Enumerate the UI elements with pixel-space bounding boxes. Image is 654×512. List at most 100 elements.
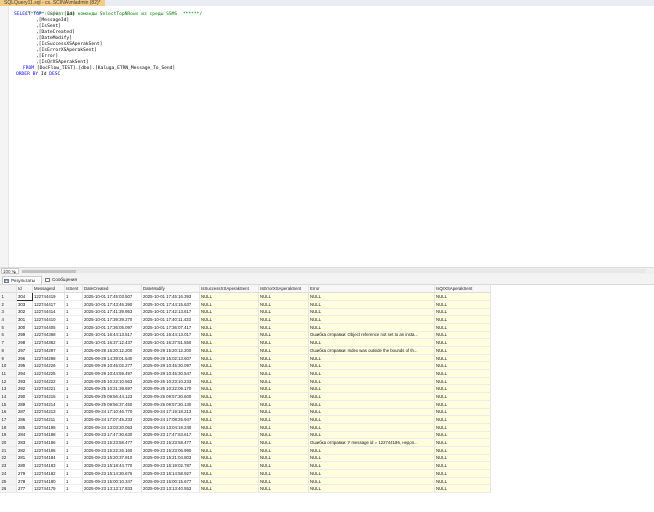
table-row[interactable]: 19 284 122744188 1 2025-09-23 17:47:30.630 20… (0, 431, 491, 440)
cell-is-sent[interactable]: 1 (64, 431, 83, 440)
column-header[interactable]: IsQrXSAperakSent (434, 285, 491, 294)
cell-date-modify[interactable]: 2025-09-23 15:21:04.803 (141, 454, 200, 463)
cell-is-success[interactable]: NULL (199, 338, 259, 347)
cell-is-qr[interactable]: NULL (434, 338, 491, 347)
cell-error[interactable]: NULL (308, 469, 435, 478)
table-row[interactable]: 12 293 122744222 1 2025-09-25 10:22:10.563 20… (0, 377, 491, 386)
cell-date-modify[interactable]: 2025-09-29 15:02:13.607 (141, 354, 200, 363)
row-number[interactable]: 10 (0, 361, 17, 371)
cell-is-success[interactable]: NULL (199, 323, 259, 332)
row-number[interactable]: 1 (0, 292, 17, 301)
cell-message-id[interactable]: 122744298 (32, 354, 65, 363)
cell-message-id[interactable]: 122744198 (32, 423, 65, 432)
cell-message-id[interactable]: 122744362 (32, 338, 65, 347)
horizontal-scrollbar[interactable] (21, 269, 646, 273)
row-number[interactable]: 20 (0, 438, 17, 447)
cell-date-created[interactable]: 2025-09-23 15:00:10.347 (82, 477, 142, 486)
cell-is-error[interactable]: NULL (258, 300, 309, 309)
cell-is-error[interactable]: NULL (258, 392, 309, 401)
cell-is-qr[interactable]: NULL (434, 369, 491, 378)
column-header[interactable]: Id (16, 285, 33, 294)
cell-message-id[interactable]: 122744297 (32, 346, 65, 355)
cell-id[interactable]: 282 (16, 446, 33, 455)
cell-id[interactable]: 280 (16, 461, 33, 470)
grid-corner[interactable] (0, 285, 17, 294)
cell-is-qr[interactable]: NULL (434, 361, 491, 371)
cell-id[interactable]: 298 (16, 338, 33, 347)
cell-id[interactable]: 286 (16, 415, 33, 424)
cell-date-modify[interactable]: 2025-09-23 17:47:53.617 (141, 431, 200, 440)
cell-message-id[interactable]: 122744368 (32, 331, 65, 340)
row-number[interactable]: 2 (0, 300, 17, 309)
cell-is-qr[interactable]: NULL (434, 484, 491, 494)
cell-id[interactable]: 287 (16, 408, 33, 417)
cell-date-modify[interactable]: 2025-09-23 15:00:15.677 (141, 477, 200, 486)
cell-date-created[interactable]: 2025-09-29 10:45:02.277 (82, 361, 142, 371)
cell-date-created[interactable]: 2025-09-29 15:20:12.200 (82, 346, 142, 355)
cell-error[interactable]: NULL (308, 446, 435, 455)
table-row[interactable]: 21 282 122744185 1 2025-09-23 15:22:26.160 20… (0, 446, 491, 455)
cell-error[interactable]: NULL (308, 408, 435, 417)
cell-message-id[interactable]: 122744410 (32, 315, 65, 324)
cell-message-id[interactable]: 122744183 (32, 461, 65, 470)
cell-date-created[interactable]: 2025-09-23 15:14:30.676 (82, 469, 142, 478)
column-header[interactable]: DateCreated (82, 285, 142, 294)
cell-error[interactable]: NULL (308, 423, 435, 432)
cell-is-success[interactable]: NULL (199, 415, 259, 424)
row-number[interactable]: 6 (0, 331, 17, 340)
cell-is-success[interactable]: NULL (199, 438, 259, 447)
cell-is-sent[interactable]: 1 (64, 338, 83, 347)
cell-id[interactable]: 289 (16, 400, 33, 409)
cell-is-sent[interactable]: 1 (64, 308, 83, 317)
cell-is-sent[interactable]: 1 (64, 469, 83, 478)
cell-is-sent[interactable]: 1 (64, 438, 83, 447)
table-row[interactable]: 14 290 122744215 1 2025-09-25 09:56:44.123 20… (0, 392, 491, 401)
cell-is-error[interactable]: NULL (258, 415, 309, 424)
cell-message-id[interactable]: 122744414 (32, 308, 65, 317)
cell-error[interactable]: NULL (308, 400, 435, 409)
cell-date-modify[interactable]: 2025-09-23 15:14:58.927 (141, 469, 200, 478)
cell-date-created[interactable]: 2025-09-23 15:23:58.477 (82, 438, 142, 447)
cell-error[interactable]: NULL (308, 300, 435, 309)
table-row[interactable]: 8 297 122744297 1 2025-09-29 15:20:12.200 202… (0, 346, 491, 355)
cell-is-qr[interactable]: NULL (434, 461, 491, 470)
cell-is-sent[interactable]: 1 (64, 323, 83, 332)
cell-is-sent[interactable]: 1 (64, 384, 83, 394)
cell-is-success[interactable]: NULL (199, 408, 259, 417)
cell-date-created[interactable]: 2025-10-01 17:43:46.390 (82, 300, 142, 309)
table-row[interactable]: 26 277 122744179 1 2025-09-23 13:13:17.833 20… (0, 484, 491, 494)
cell-id[interactable]: 295 (16, 361, 33, 371)
cell-is-qr[interactable]: NULL (434, 346, 491, 355)
cell-is-error[interactable]: NULL (258, 408, 309, 417)
cell-message-id[interactable]: 122744179 (32, 484, 65, 494)
table-row[interactable]: 5 300 122744405 1 2025-10-01 17:36:05.097 202… (0, 323, 491, 332)
cell-is-qr[interactable]: NULL (434, 423, 491, 432)
cell-error[interactable]: NULL (308, 361, 435, 371)
cell-date-modify[interactable]: 2025-09-23 15:23:58.477 (141, 438, 200, 447)
cell-is-qr[interactable]: NULL (434, 438, 491, 447)
results-grid[interactable]: Id MessageId IsSent DateCreated DateModi… (0, 285, 654, 512)
cell-is-success[interactable]: NULL (199, 361, 259, 371)
row-number[interactable]: 25 (0, 477, 17, 486)
cell-is-error[interactable]: NULL (258, 423, 309, 432)
cell-id[interactable]: 293 (16, 377, 33, 386)
cell-is-success[interactable]: NULL (199, 377, 259, 386)
cell-id[interactable]: 279 (16, 469, 33, 478)
table-row[interactable]: 18 285 122744198 1 2025-09-24 13:03:20.063 20… (0, 423, 491, 432)
cell-is-qr[interactable]: NULL (434, 323, 491, 332)
cell-date-modify[interactable]: 2025-09-29 10:45:30.547 (141, 369, 200, 378)
cell-is-sent[interactable]: 1 (64, 315, 83, 324)
cell-is-error[interactable]: NULL (258, 346, 309, 355)
cell-message-id[interactable]: 122744211 (32, 415, 65, 424)
cell-message-id[interactable]: 122744182 (32, 469, 65, 478)
cell-date-created[interactable]: 2025-09-25 09:56:37.450 (82, 400, 142, 409)
cell-is-error[interactable]: NULL (258, 484, 309, 494)
cell-message-id[interactable]: 122744184 (32, 454, 65, 463)
cell-is-sent[interactable]: 1 (64, 392, 83, 401)
cell-message-id[interactable]: 122744419 (32, 292, 65, 301)
cell-is-success[interactable]: NULL (199, 400, 259, 409)
cell-is-qr[interactable]: NULL (434, 400, 491, 409)
cell-is-sent[interactable]: 1 (64, 484, 83, 494)
cell-id[interactable]: 292 (16, 384, 33, 394)
row-number[interactable]: 18 (0, 423, 17, 432)
